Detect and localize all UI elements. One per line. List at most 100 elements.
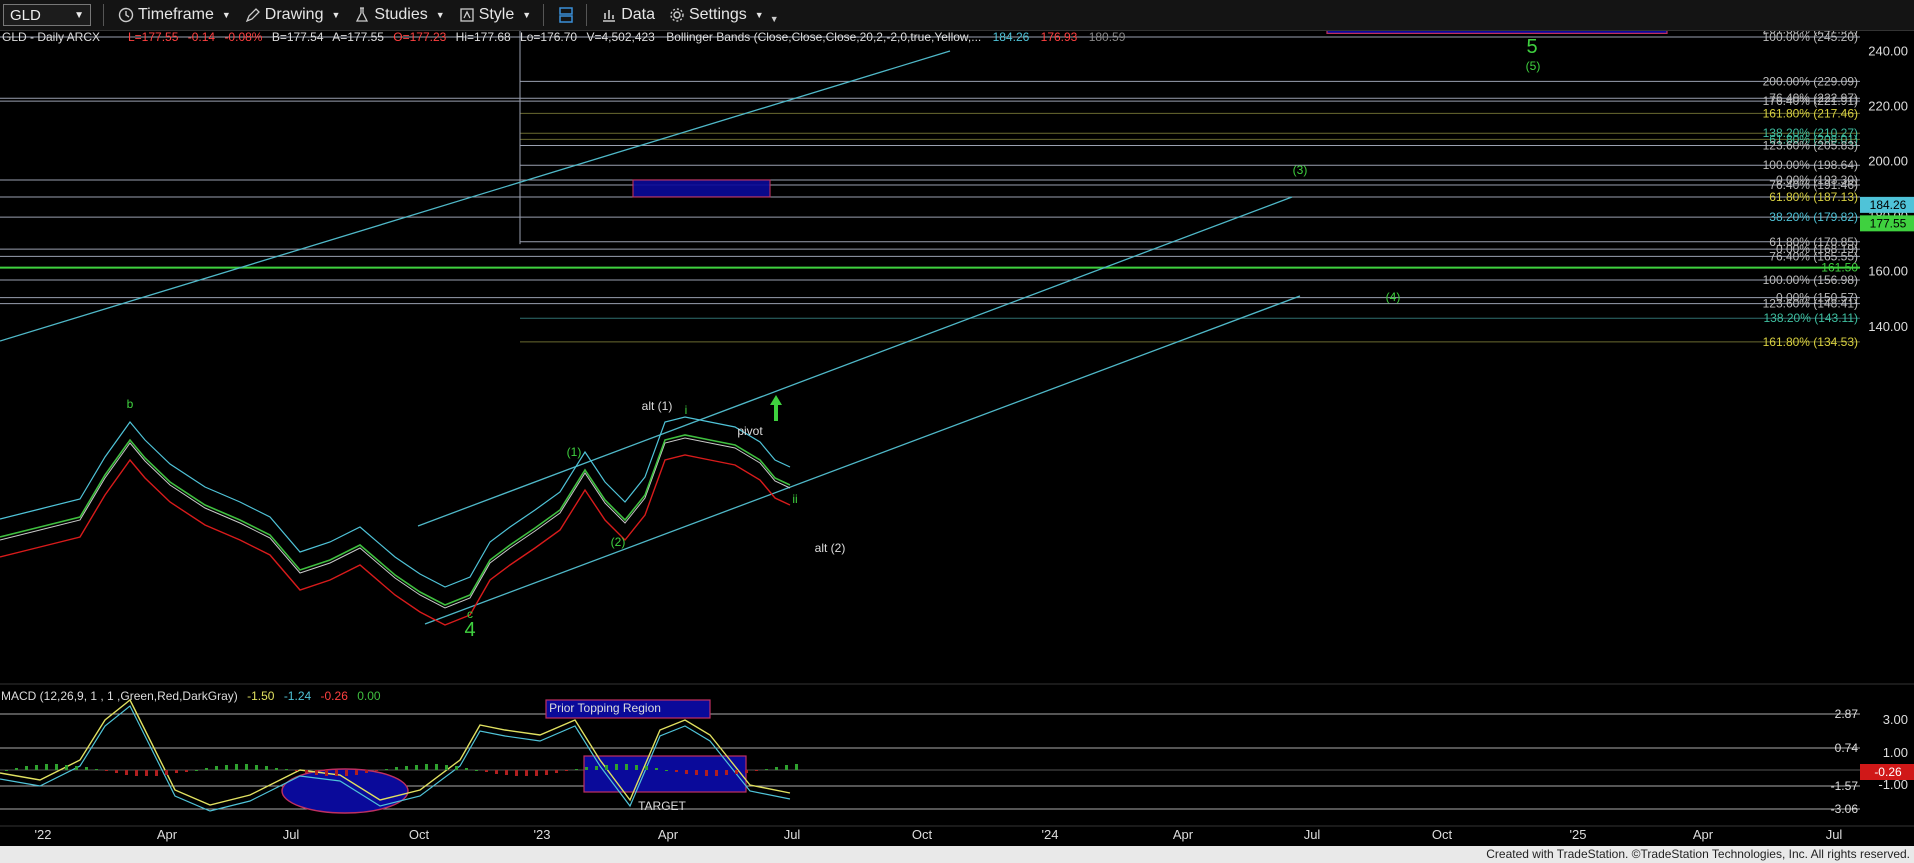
- overflow-chevron-icon[interactable]: ▼: [770, 14, 779, 24]
- macd-hist-bar: [745, 770, 748, 773]
- copyright-text: Created with TradeStation. ©TradeStation…: [1486, 847, 1910, 861]
- fib-label: 38.20% (179.82): [1769, 210, 1858, 224]
- open-value: O=177.23: [393, 31, 446, 44]
- x-tick-label: Jul: [283, 827, 300, 842]
- style-icon: [460, 8, 474, 22]
- x-tick-label: '24: [1042, 827, 1059, 842]
- quote-line: L=177.55 -0.14 -0.08% B=177.54 A=177.55 …: [128, 31, 1126, 44]
- bb-mid-value: 180.59: [1089, 31, 1126, 44]
- macd-hist-bar: [725, 770, 728, 775]
- macd-hist-bar: [555, 770, 558, 773]
- footer: Created with TradeStation. ©TradeStation…: [0, 846, 1914, 863]
- data-label: Data: [621, 6, 655, 23]
- bb-upper-value: 184.26: [993, 31, 1030, 44]
- x-tick-label: Jul: [1304, 827, 1321, 842]
- macd-hist-bar: [345, 770, 348, 776]
- studies-label: Studies: [374, 6, 428, 23]
- toolbar: GLD ▼ Timeframe ▼ Drawing ▼ Studies ▼ Style…: [0, 0, 1914, 31]
- fib-label: 123.60% (205.83): [1763, 138, 1858, 152]
- macd-hist-bar: [25, 766, 28, 770]
- macd-zero-value: 0.00: [357, 689, 381, 703]
- macd-hist-bar: [185, 770, 188, 772]
- drawing-label: Drawing: [264, 6, 324, 23]
- studies-button[interactable]: Studies ▼: [354, 6, 445, 24]
- macd-hist-bar: [455, 766, 458, 770]
- macd-hist-bar: [365, 770, 368, 773]
- drawing-button[interactable]: Drawing ▼: [245, 6, 341, 24]
- data-button[interactable]: Data: [601, 6, 655, 24]
- flask-icon: [356, 7, 369, 22]
- macd-hist-bar: [465, 768, 468, 770]
- toolbar-divider: [543, 4, 545, 26]
- macd-hist-bar: [735, 770, 738, 774]
- pencil-icon: [245, 8, 260, 23]
- fib-label: 61.80% (187.13): [1769, 190, 1858, 204]
- macd-hist-bar: [235, 764, 238, 770]
- macd-hist-bar: [195, 770, 198, 771]
- x-tick-label: Oct: [409, 827, 430, 842]
- macd-level-label: 2.87: [1835, 707, 1859, 721]
- x-tick-label: Apr: [1693, 827, 1714, 842]
- target-box: [583, 755, 747, 793]
- macd-hist-bar: [525, 770, 528, 776]
- x-tick-label: Apr: [1173, 827, 1194, 842]
- settings-button[interactable]: Settings ▼: [669, 6, 764, 24]
- fib-label: 100.00% (245.20): [1763, 31, 1858, 44]
- price-tick-label: 240.00: [1868, 43, 1908, 58]
- macd-hist-bar: [115, 770, 118, 773]
- macd-hist-bar: [205, 768, 208, 770]
- wave-label: i: [685, 403, 688, 417]
- macd-hist-bar: [305, 770, 308, 773]
- symbol-selector[interactable]: GLD ▼: [3, 4, 91, 26]
- layout-button[interactable]: [558, 7, 574, 23]
- macd-hist-bar: [275, 768, 278, 770]
- ask-value: A=177.55: [332, 31, 384, 44]
- chevron-down-icon: ▼: [331, 10, 341, 20]
- settings-label: Settings: [688, 6, 747, 23]
- macd-hist-bar: [95, 769, 98, 770]
- last-value: L=177.55: [128, 31, 179, 44]
- symbol-value: GLD: [10, 6, 41, 24]
- macd-hist-bar: [475, 770, 478, 771]
- style-label: Style: [478, 6, 515, 23]
- x-tick-label: '25: [1570, 827, 1587, 842]
- wave-label: (2): [611, 535, 626, 549]
- timeframe-button[interactable]: Timeframe ▼: [118, 6, 231, 24]
- macd-hist-bar: [585, 767, 588, 770]
- style-button[interactable]: Style ▼: [459, 6, 532, 24]
- chart-area[interactable]: 123.60% (267.53)300.00% (259.54)261.80% …: [0, 31, 1914, 846]
- gear-icon: [670, 8, 684, 22]
- prior-topping-label: Prior Topping Region: [549, 701, 661, 715]
- toolbar-divider: [586, 4, 588, 26]
- volume-value: V=4,502,423: [586, 31, 655, 44]
- price-tick-label: 160.00: [1868, 264, 1908, 279]
- macd-hist-bar: [575, 769, 578, 770]
- bb-lower-value: 176.93: [1041, 31, 1078, 44]
- macd-hist-bar: [175, 770, 178, 773]
- header-name: GLD - Daily ARCX: [2, 31, 100, 44]
- high-value: Hi=177.68: [456, 31, 511, 44]
- macd-hist-bar: [225, 765, 228, 770]
- bb-study-name: Bollinger Bands (Close,Close,Close,20,2,…: [666, 31, 981, 44]
- macd-hist-bar: [665, 770, 668, 771]
- wave-label: alt (1): [642, 399, 673, 413]
- chevron-down-icon: ▼: [74, 9, 84, 21]
- macd-hist-bar: [165, 770, 168, 775]
- fib-label: 123.60% (148.41): [1763, 297, 1858, 311]
- wave-label: 5: [1526, 36, 1537, 58]
- chevron-down-icon: ▼: [522, 10, 532, 20]
- wave-label: b: [127, 397, 134, 411]
- macd-header: MACD (12,26,9, 1 , 1 ,Green,Red,DarkGray…: [1, 689, 381, 703]
- macd-hist-bar: [695, 770, 698, 775]
- macd-hist-bar: [595, 766, 598, 770]
- macd-hist-value: -0.26: [321, 689, 349, 703]
- macd-hist-bar: [605, 765, 608, 770]
- macd-hist-bar: [5, 770, 8, 771]
- macd-hist-bar: [645, 766, 648, 770]
- macd-hist-bar: [45, 764, 48, 770]
- macd-hist-bar: [125, 770, 128, 775]
- price-tick-label: 140.00: [1868, 319, 1908, 334]
- pivot-box: [632, 179, 771, 198]
- macd-hist-bar: [255, 765, 258, 770]
- x-tick-label: '22: [35, 827, 52, 842]
